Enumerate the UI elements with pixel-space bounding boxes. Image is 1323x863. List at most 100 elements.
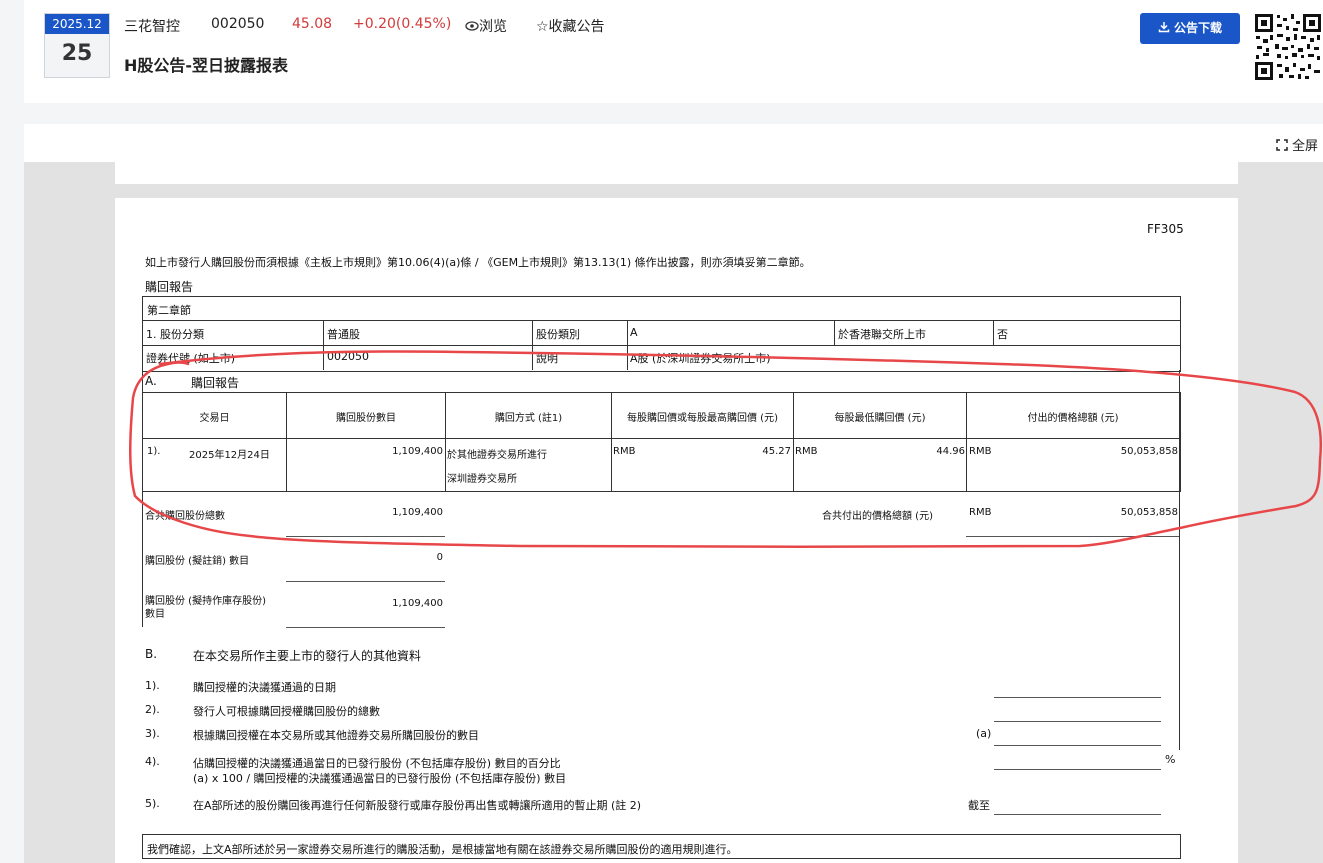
part-a-title: 購回報告	[191, 376, 240, 390]
section-title: 購回報告	[145, 280, 194, 294]
stock-price: 45.08	[292, 16, 333, 32]
previous-page-bottom	[115, 162, 1238, 184]
browse-button[interactable]: 浏览	[465, 16, 507, 36]
col-header-method: 購回方式 (註1)	[494, 413, 563, 424]
viewer-toolbar	[24, 124, 1323, 162]
company-name[interactable]: 三花智控	[124, 16, 180, 36]
underline	[286, 581, 445, 582]
fullscreen-label: 全屏	[1292, 139, 1319, 154]
part-b-item-index: 1).	[145, 679, 160, 692]
col-header-low-price: 每股最低購回價 (元)	[834, 413, 926, 424]
divider	[834, 320, 835, 345]
total-shares-value: 1,109,400	[392, 507, 443, 518]
chapter-label: 第二章節	[147, 304, 191, 317]
total-paid-currency: RMB	[969, 507, 992, 518]
date-day: 25	[61, 41, 93, 66]
part-b-item-text: 發行人可根據購回授權購回股份的總數	[193, 705, 380, 718]
part-b-item-index: 3).	[145, 727, 160, 740]
favorite-button[interactable]: ☆收藏公告	[536, 16, 605, 36]
part-b-item-index: 2).	[145, 703, 160, 716]
buyback-table	[142, 392, 1181, 492]
divider	[286, 392, 287, 491]
low-price: 44.96	[936, 446, 965, 457]
part-b-item-suffix: (a)	[976, 727, 992, 740]
form-code: FF305	[1147, 222, 1184, 236]
divider	[993, 320, 994, 345]
part-b-item-suffix: 截至	[968, 799, 990, 812]
description-label: 說明	[536, 352, 558, 365]
share-class-value: 普通股	[327, 328, 360, 341]
underline	[994, 721, 1161, 722]
date-year-month: 2025.12	[45, 14, 109, 34]
part-b-item-text: 根據購回授權在本交易所或其他證券交易所購回股份的數目	[193, 729, 479, 742]
underline	[994, 769, 1161, 770]
col-header-shares: 購回股份數目	[336, 413, 396, 424]
part-b-title: 在本交易所作主要上市的發行人的其他資料	[193, 649, 422, 663]
divider	[142, 345, 1181, 346]
total-paid-label: 合共付出的價格總額 (元)	[822, 511, 933, 522]
divider	[611, 392, 612, 491]
hk-listed-label: 於香港聯交所上市	[838, 328, 926, 341]
shares-repurchased: 1,109,400	[392, 446, 443, 457]
divider	[142, 320, 1181, 321]
part-b-item-text: 佔購回授權的決議獲通過當日的已發行股份 (不包括庫存股份) 數目的百分比	[193, 757, 561, 770]
part-b-item-text: 購回授權的決議獲通過的日期	[193, 681, 336, 694]
trade-date: 2025年12月24日	[189, 450, 270, 461]
divider	[445, 392, 446, 491]
browse-label: 浏览	[479, 19, 507, 35]
underline	[994, 814, 1161, 815]
high-price-currency: RMB	[613, 446, 636, 457]
cancel-shares-value: 0	[436, 552, 443, 563]
underline	[286, 536, 445, 537]
stock-code-label: 證券代號 (如上市)	[146, 352, 236, 365]
divider	[532, 320, 533, 370]
total-currency: RMB	[969, 446, 992, 457]
divider	[966, 392, 967, 491]
fullscreen-button[interactable]: 全屏	[1276, 135, 1318, 154]
part-b-item-formula: (a) x 100 / 購回授權的決議獲通過當日的已發行股份 (不包括庫存股份)…	[193, 772, 567, 785]
date-badge: 2025.12 25	[44, 13, 110, 78]
percent-sign: %	[1165, 753, 1176, 766]
stock-code: 002050	[211, 16, 265, 32]
eye-icon	[465, 21, 479, 31]
part-b-letter: B.	[145, 647, 158, 661]
part-b-item-index: 5).	[145, 797, 160, 810]
method-line1: 於其他證券交易所進行	[447, 450, 547, 461]
divider	[323, 320, 324, 370]
total-paid: 50,053,858	[1120, 446, 1178, 457]
row-index: 1).	[147, 446, 161, 457]
underline	[994, 697, 1161, 698]
confirmation-text: 我們確認，上文A部所述於另一家證券交易所進行的購股活動，是根據當地有關在該證券交…	[147, 843, 738, 856]
underline	[994, 745, 1161, 746]
col-header-date: 交易日	[199, 413, 230, 424]
part-b-item-index: 4).	[145, 755, 160, 768]
treasury-shares-value: 1,109,400	[392, 598, 443, 609]
page-title: H股公告-翌日披露报表	[124, 56, 289, 75]
share-type-value: A	[630, 326, 638, 339]
underline	[966, 536, 1179, 537]
fullscreen-icon	[1276, 139, 1288, 151]
qr-code	[1253, 12, 1323, 82]
col-header-high-price: 每股購回價或每股最高購回價 (元)	[627, 413, 778, 424]
low-price-currency: RMB	[795, 446, 818, 457]
download-label: 公告下载	[1173, 21, 1222, 35]
part-a-letter: A.	[145, 374, 157, 388]
cancel-shares-label: 購回股份 (擬註銷) 數目	[145, 556, 250, 567]
col-header-total: 付出的價格總額 (元)	[1027, 413, 1119, 424]
stock-code-value: 002050	[327, 350, 369, 363]
download-button[interactable]: 公告下载	[1140, 13, 1240, 44]
download-icon	[1158, 22, 1170, 33]
divider	[142, 438, 1181, 439]
share-class-label: 1. 股份分類	[146, 328, 204, 341]
underline	[286, 627, 445, 628]
description-value: A股 (於深圳證券交易所上市)	[630, 352, 771, 365]
total-shares-label: 合共購回股份總數	[145, 511, 225, 522]
divider	[793, 392, 794, 491]
treasury-shares-label-2: 數目	[145, 609, 165, 620]
share-type-label: 股份類別	[536, 328, 580, 341]
part-b-item-text: 在A部所述的股份購回後再進行任何新股發行或庫存股份再出售或轉讓所適用的暫止期 (…	[193, 799, 642, 812]
price-change: +0.20(0.45%)	[353, 16, 452, 32]
hk-listed-value: 否	[997, 328, 1008, 341]
total-paid-value: 50,053,858	[1120, 507, 1178, 518]
divider	[627, 320, 628, 370]
